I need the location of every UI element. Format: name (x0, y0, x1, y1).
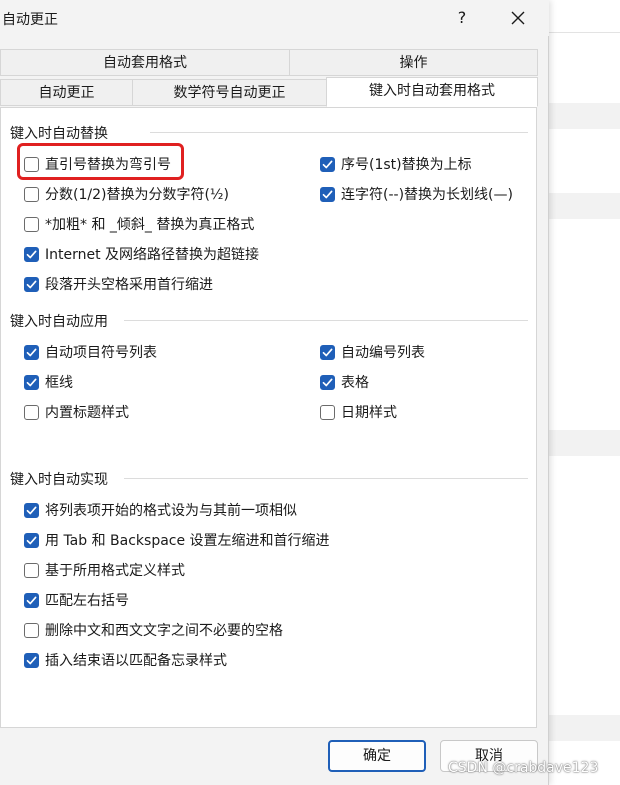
checkbox[interactable] (24, 344, 39, 360)
checkbox[interactable] (320, 344, 335, 360)
option-label: 插入结束语以匹配备忘录样式 (45, 653, 227, 669)
tab-autocorrect[interactable]: 自动更正 (0, 79, 133, 106)
checkbox[interactable] (24, 622, 39, 638)
background-band (548, 193, 620, 219)
title-bar: 自动更正 ? (0, 0, 549, 36)
checkmark-icon (26, 656, 37, 664)
help-button[interactable]: ? (450, 6, 474, 30)
background-band (548, 103, 620, 129)
checkbox[interactable] (24, 186, 39, 202)
option-label: 基于所用格式定义样式 (45, 563, 185, 579)
checkmark-icon (26, 250, 37, 258)
option-auto-numbering[interactable]: 自动编号列表 (320, 342, 425, 362)
option-label: 段落开头空格采用首行缩进 (45, 277, 213, 293)
group-divider (124, 320, 528, 321)
checkmark-icon (26, 348, 37, 356)
checkmark-icon (322, 190, 333, 198)
option-label: 表格 (341, 375, 369, 391)
option-match-brackets[interactable]: 匹配左右括号 (24, 590, 129, 610)
group-title-replace: 键入时自动替换 (10, 126, 108, 142)
tab-math-autocorrect[interactable]: 数学符号自动更正 (132, 79, 327, 106)
option-auto-bullets[interactable]: 自动项目符号列表 (24, 342, 157, 362)
checkbox[interactable] (24, 246, 39, 262)
option-ordinals[interactable]: 序号(1st)替换为上标 (320, 154, 472, 174)
background-rule (548, 32, 620, 33)
dialog-title: 自动更正 (2, 12, 58, 28)
option-label: 匹配左右括号 (45, 593, 129, 609)
option-first-line-indent[interactable]: 段落开头空格采用首行缩进 (24, 274, 213, 294)
option-memo-closing[interactable]: 插入结束语以匹配备忘录样式 (24, 650, 227, 670)
checkmark-icon (322, 160, 333, 168)
option-label: 自动编号列表 (341, 345, 425, 361)
option-label: *加粗* 和 _倾斜_ 替换为真正格式 (45, 217, 255, 233)
option-tab-backspace-indent[interactable]: 用 Tab 和 Backspace 设置左缩进和首行缩进 (24, 530, 330, 550)
group-title-apply: 键入时自动应用 (10, 314, 108, 330)
option-tables[interactable]: 表格 (320, 372, 369, 392)
checkbox[interactable] (24, 562, 39, 578)
option-borders[interactable]: 框线 (24, 372, 73, 392)
ok-button[interactable]: 确定 (328, 740, 426, 772)
checkbox[interactable] (320, 404, 335, 420)
option-label: 分数(1/2)替换为分数字符(½) (45, 187, 229, 203)
option-heading-styles[interactable]: 内置标题样式 (24, 402, 129, 422)
autocorrect-dialog: 自动更正 ? 自动套用格式 操作 自动更正 数学符号自动更正 键入时自动套用格式… (0, 0, 549, 785)
option-define-styles[interactable]: 基于所用格式定义样式 (24, 560, 185, 580)
group-divider (124, 478, 528, 479)
option-label: 用 Tab 和 Backspace 设置左缩进和首行缩进 (45, 533, 330, 549)
option-label: 框线 (45, 375, 73, 391)
checkbox[interactable] (24, 374, 39, 390)
option-list-format[interactable]: 将列表项开始的格式设为与其前一项相似 (24, 500, 297, 520)
option-label: 将列表项开始的格式设为与其前一项相似 (45, 503, 297, 519)
checkbox[interactable] (320, 186, 335, 202)
checkbox[interactable] (320, 374, 335, 390)
checkbox[interactable] (24, 502, 39, 518)
background-band (548, 715, 620, 741)
close-button[interactable] (503, 6, 533, 30)
checkbox[interactable] (24, 404, 39, 420)
option-label: 内置标题样式 (45, 405, 129, 421)
option-date-styles[interactable]: 日期样式 (320, 402, 397, 422)
option-hyperlinks[interactable]: Internet 及网络路径替换为超链接 (24, 244, 259, 264)
checkmark-icon (26, 280, 37, 288)
checkmark-icon (322, 378, 333, 386)
tab-autoformat-as-you-type[interactable]: 键入时自动套用格式 (326, 77, 538, 107)
checkbox[interactable] (24, 216, 39, 232)
checkbox[interactable] (24, 532, 39, 548)
option-label: 序号(1st)替换为上标 (341, 157, 472, 173)
option-hyphens-dashes[interactable]: 连字符(--)替换为长划线(—) (320, 184, 513, 204)
group-title-auto: 键入时自动实现 (10, 472, 108, 488)
option-fractions[interactable]: 分数(1/2)替换为分数字符(½) (24, 184, 229, 204)
checkmark-icon (322, 348, 333, 356)
checkmark-icon (26, 506, 37, 514)
highlight-annotation (17, 143, 184, 180)
option-label: 自动项目符号列表 (45, 345, 157, 361)
watermark: CSDN @crabdave123 (448, 760, 599, 776)
option-label: 连字符(--)替换为长划线(—) (341, 187, 513, 203)
option-label: Internet 及网络路径替换为超链接 (45, 247, 260, 263)
group-divider (150, 132, 528, 133)
option-bold-italic[interactable]: *加粗* 和 _倾斜_ 替换为真正格式 (24, 214, 254, 234)
checkmark-icon (26, 536, 37, 544)
close-icon (511, 11, 525, 25)
checkbox[interactable] (24, 592, 39, 608)
option-label: 日期样式 (341, 405, 397, 421)
checkbox[interactable] (24, 276, 39, 292)
tab-autoformat[interactable]: 自动套用格式 (0, 49, 290, 76)
checkbox[interactable] (24, 652, 39, 668)
checkmark-icon (26, 596, 37, 604)
background-band (548, 430, 620, 456)
option-label: 删除中文和西文文字之间不必要的空格 (45, 623, 283, 639)
checkmark-icon (26, 378, 37, 386)
checkbox[interactable] (320, 156, 335, 172)
option-remove-cjk-spaces[interactable]: 删除中文和西文文字之间不必要的空格 (24, 620, 283, 640)
tab-actions[interactable]: 操作 (289, 49, 538, 76)
